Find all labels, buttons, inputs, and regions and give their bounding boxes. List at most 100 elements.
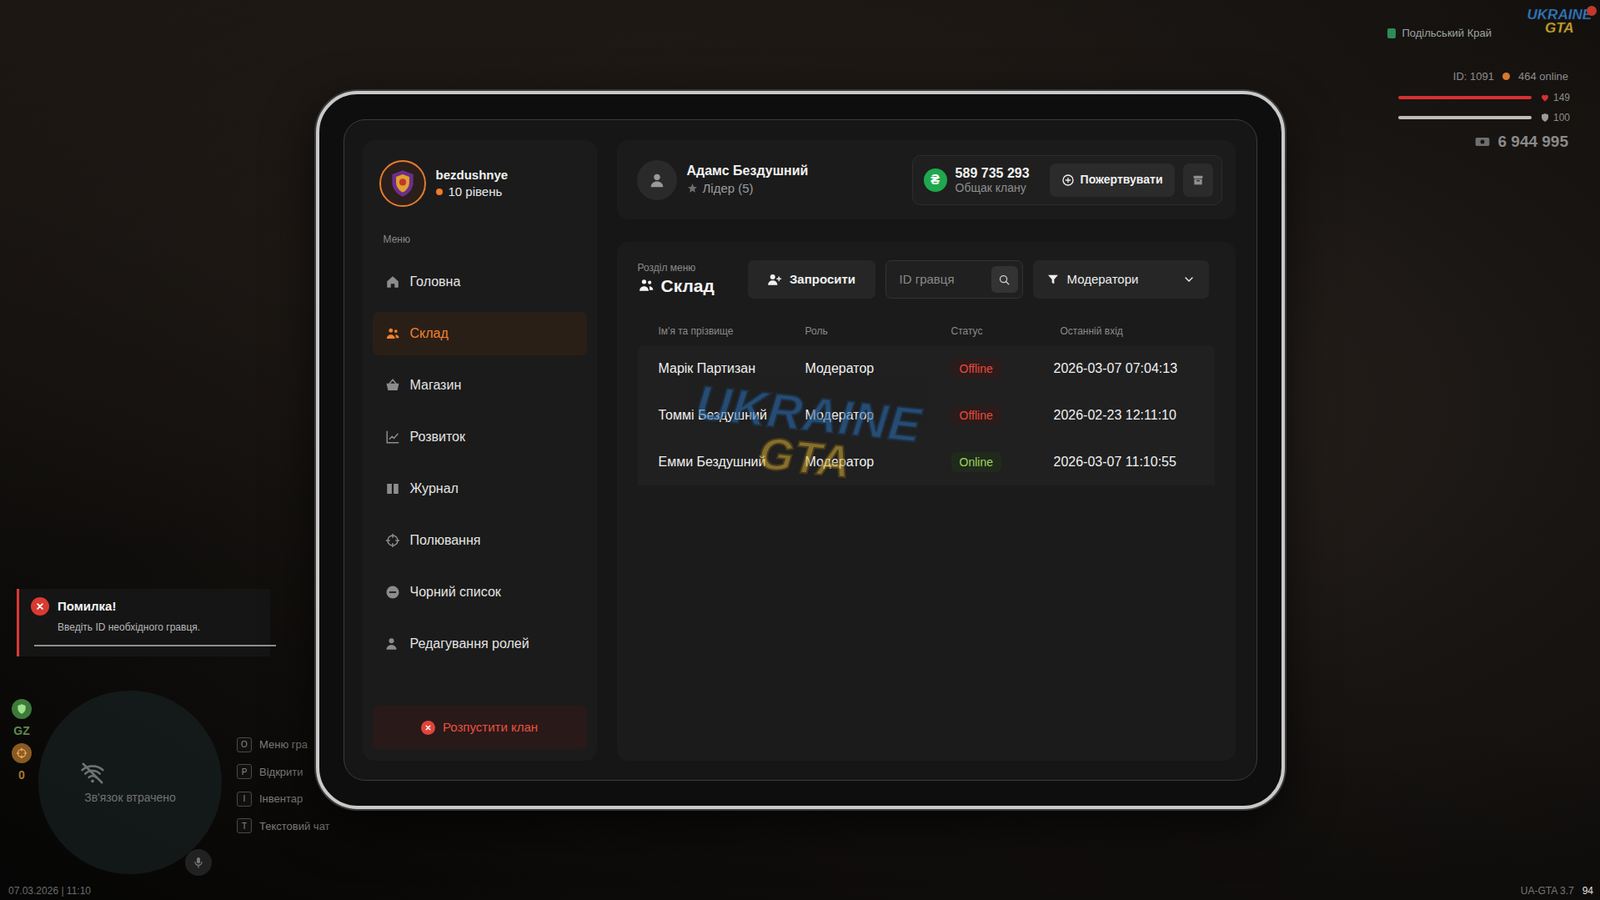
health-icon: [1539, 92, 1550, 103]
watermark-top: UKRAINE: [693, 378, 924, 448]
clan-profile: bezdushnye10 рівень: [372, 160, 587, 207]
column-header: Ім'я та прізвище: [658, 323, 806, 339]
sidebar-item[interactable]: Головна: [372, 260, 587, 304]
table-cell: Марік Партизан: [658, 358, 806, 379]
key-cap: T: [236, 817, 252, 833]
column-header: Останній вхід: [1053, 323, 1202, 339]
table-cell: 2026-03-07 11:10:55: [1053, 451, 1202, 472]
filter-icon: [1046, 272, 1060, 286]
game-logo: UKRAINEGTA: [1527, 8, 1592, 36]
chevron-down-icon: [1182, 272, 1196, 286]
close-icon: [421, 720, 436, 735]
box-icon: [1191, 173, 1205, 187]
cash-icon: [1474, 133, 1491, 151]
sidebar-item[interactable]: Журнал: [372, 466, 587, 511]
sidebar-item[interactable]: Полювання: [372, 518, 587, 562]
table-cell: Модератор: [805, 405, 952, 426]
star-icon: [687, 182, 698, 194]
health-value: 149: [1553, 90, 1570, 106]
bank-label: Общак клану: [955, 180, 1030, 196]
bank-text: 589 735 293Общак клану: [955, 165, 1030, 196]
clan-level-row: 10 рівень: [436, 182, 509, 201]
player-id-input[interactable]: [897, 269, 987, 291]
members-panel: Розділ менюСкладЗапроситиМодераториІм'я …: [616, 241, 1236, 761]
donate-label: Пожертвувати: [1080, 170, 1164, 189]
minimap: Зв'язок втрачено: [38, 690, 222, 874]
signal-off-icon: [80, 760, 181, 786]
table-cell: Томмі Бездушний: [658, 405, 806, 426]
table-row[interactable]: Томмі БездушнийМодераторOffline 2026-02-2…: [637, 391, 1215, 439]
sidebar-item[interactable]: Склад: [372, 311, 587, 356]
armor-bar: [1398, 115, 1532, 120]
logo-top: UKRAINE: [1527, 8, 1592, 22]
block-icon: [385, 584, 401, 600]
leader-name: Адамс Бездушний: [687, 162, 809, 181]
sidebar-label: Редагування ролей: [410, 633, 530, 654]
sidebar-label: Чорний список: [410, 581, 502, 602]
table-cell: 2026-03-07 07:04:13: [1053, 358, 1202, 379]
money-row: 6 944 995: [1474, 130, 1569, 155]
watermark-bottom: GTA: [689, 424, 919, 491]
menu-caption: Меню: [383, 231, 587, 247]
server-icon: [1387, 28, 1396, 39]
sidebar: bezdushnye10 рівень Меню Головна Склад Магаз…: [362, 140, 597, 761]
sidebar-item[interactable]: Чорний список: [372, 570, 587, 614]
status-cell: Offline: [951, 405, 1054, 427]
health-bar: [1398, 95, 1532, 100]
key-cap: O: [236, 737, 252, 753]
version-info: UA-GTA 3.794: [1520, 882, 1594, 898]
table-cell: Емми Бездушний: [658, 451, 806, 472]
sidebar-label: Магазин: [410, 375, 462, 396]
tablet-screen: bezdushnye10 рівень Меню Головна Склад Магаз…: [343, 119, 1258, 781]
sidebar-item[interactable]: Редагування ролей: [372, 621, 587, 666]
table-header: Ім'я та прізвищеРольСтатусОстанній вхід: [637, 323, 1215, 339]
donate-button[interactable]: Пожертвувати: [1049, 163, 1175, 197]
sidebar-label: Журнал: [410, 478, 459, 499]
logo-badge: [1586, 5, 1597, 16]
voice-button[interactable]: [185, 848, 212, 876]
group-icon: [637, 276, 655, 294]
sidebar-item[interactable]: Магазин: [372, 363, 587, 407]
search-button[interactable]: [991, 265, 1019, 293]
add-user-icon: [767, 271, 783, 287]
hint-label: Текстовий чат: [259, 817, 331, 835]
toast-head: Помилка!: [30, 596, 259, 617]
greenzone-icon: [11, 698, 32, 719]
key-hint: T Текстовий чат: [236, 817, 331, 835]
disband-button[interactable]: Розпустити клан: [372, 705, 587, 749]
status-cell: Online: [951, 451, 1054, 473]
sidebar-item[interactable]: Розвиток: [372, 415, 587, 459]
tablet: bezdushnye10 рівень Меню Головна Склад Магаз…: [315, 90, 1285, 809]
withdraw-button[interactable]: [1183, 163, 1214, 197]
sidebar-menu: Головна Склад Магазин Розвиток Журнал Полюван…: [372, 260, 587, 666]
shop-icon: [385, 377, 401, 393]
armor-value-box: 100: [1539, 110, 1569, 126]
role-filter[interactable]: Модератори: [1033, 260, 1209, 299]
health-value-box: 149: [1539, 90, 1569, 106]
filter-value: Модератори: [1067, 270, 1139, 290]
invite-button[interactable]: Запросити: [747, 260, 876, 299]
error-icon: [30, 596, 50, 616]
table-row[interactable]: Емми БездушнийМодераторOnline2026-03-07 …: [637, 438, 1215, 486]
money: 6 944 995: [1497, 130, 1569, 155]
clan-name: bezdushnye: [436, 166, 509, 184]
clan-bank: ₴589 735 293Общак клануПожертвувати: [912, 155, 1223, 206]
plus-icon: [1061, 173, 1075, 187]
key-cap: P: [236, 763, 252, 779]
server-name: Подільський Край: [1401, 25, 1492, 42]
table-row[interactable]: Марік ПартизанМодераторOffline2026-03-07…: [637, 345, 1215, 392]
group-icon: [385, 326, 401, 342]
column-header: Статус: [951, 323, 1054, 339]
table-cell: 2026-02-23 12:11:10: [1053, 405, 1202, 426]
armor-value: 100: [1553, 110, 1570, 126]
online-count: 464 online: [1518, 68, 1569, 86]
sidebar-label: Головна: [410, 271, 462, 292]
wanted-level: 0: [18, 766, 26, 784]
fps-counter: 94: [1582, 882, 1594, 898]
logo-bottom: GTA: [1527, 21, 1592, 36]
status-cell: Offline: [951, 358, 1054, 380]
health-fill: [1398, 95, 1532, 100]
clan-header: Адамс БездушнийЛідер (5)₴589 735 293Обща…: [616, 140, 1236, 220]
clan-level: 10 рівень: [448, 182, 503, 201]
status-badge: Offline: [951, 405, 1002, 427]
